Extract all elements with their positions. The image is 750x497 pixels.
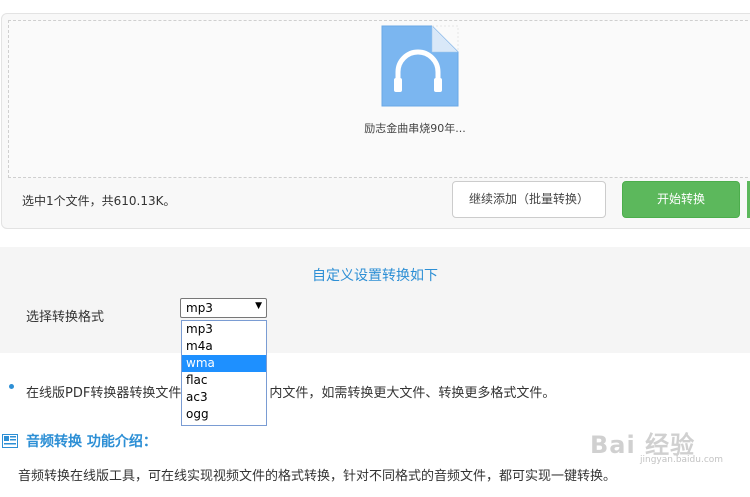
start-convert-button[interactable]: 开始转换 xyxy=(622,181,740,218)
audio-file-icon xyxy=(381,25,459,107)
intro-body: 音频转换在线版工具，可在线实现视频文件的格式转换，针对不同格式的音频文件，都可实… xyxy=(18,469,617,484)
format-option-ac3[interactable]: ac3 xyxy=(182,389,266,406)
settings-title: 自定义设置转换如下 xyxy=(312,268,438,284)
format-option-mp3[interactable]: mp3 xyxy=(182,321,266,338)
intro-heading: 音频转换 功能介绍： xyxy=(26,434,157,450)
file-name: 励志金曲串烧90年... xyxy=(364,122,466,135)
news-icon xyxy=(2,434,18,448)
format-label: 选择转换格式 xyxy=(26,310,105,325)
info-line: 在线版PDF转换器转换文件 内文件，如需转换更大文件、转换更多格式文件。 xyxy=(26,382,555,401)
dropdown-arrow-icon: ▼ xyxy=(255,301,262,311)
format-option-ogg[interactable]: ogg xyxy=(182,406,266,423)
info-line-start: 在线版PDF转换器转换文件 xyxy=(26,386,182,401)
continue-add-button[interactable]: 继续添加（批量转换） xyxy=(452,181,606,218)
format-dropdown-list[interactable]: mp3 m4a wma flac ac3 ogg xyxy=(181,320,267,426)
selection-status: 选中1个文件，共610.13K。 xyxy=(22,194,176,208)
format-option-flac[interactable]: flac xyxy=(182,372,266,389)
info-line-end: 内文件，如需转换更大文件、转换更多格式文件。 xyxy=(269,386,556,401)
bullet-icon xyxy=(9,384,14,389)
format-select-value: mp3 xyxy=(186,301,213,315)
format-option-m4a[interactable]: m4a xyxy=(182,338,266,355)
format-select[interactable]: mp3 ▼ xyxy=(180,298,267,318)
baidu-watermark-url: jingyan.baidu.com xyxy=(640,455,724,465)
settings-panel: 自定义设置转换如下 选择转换格式 mp3 ▼ xyxy=(0,247,750,353)
format-option-wma[interactable]: wma xyxy=(182,355,266,372)
